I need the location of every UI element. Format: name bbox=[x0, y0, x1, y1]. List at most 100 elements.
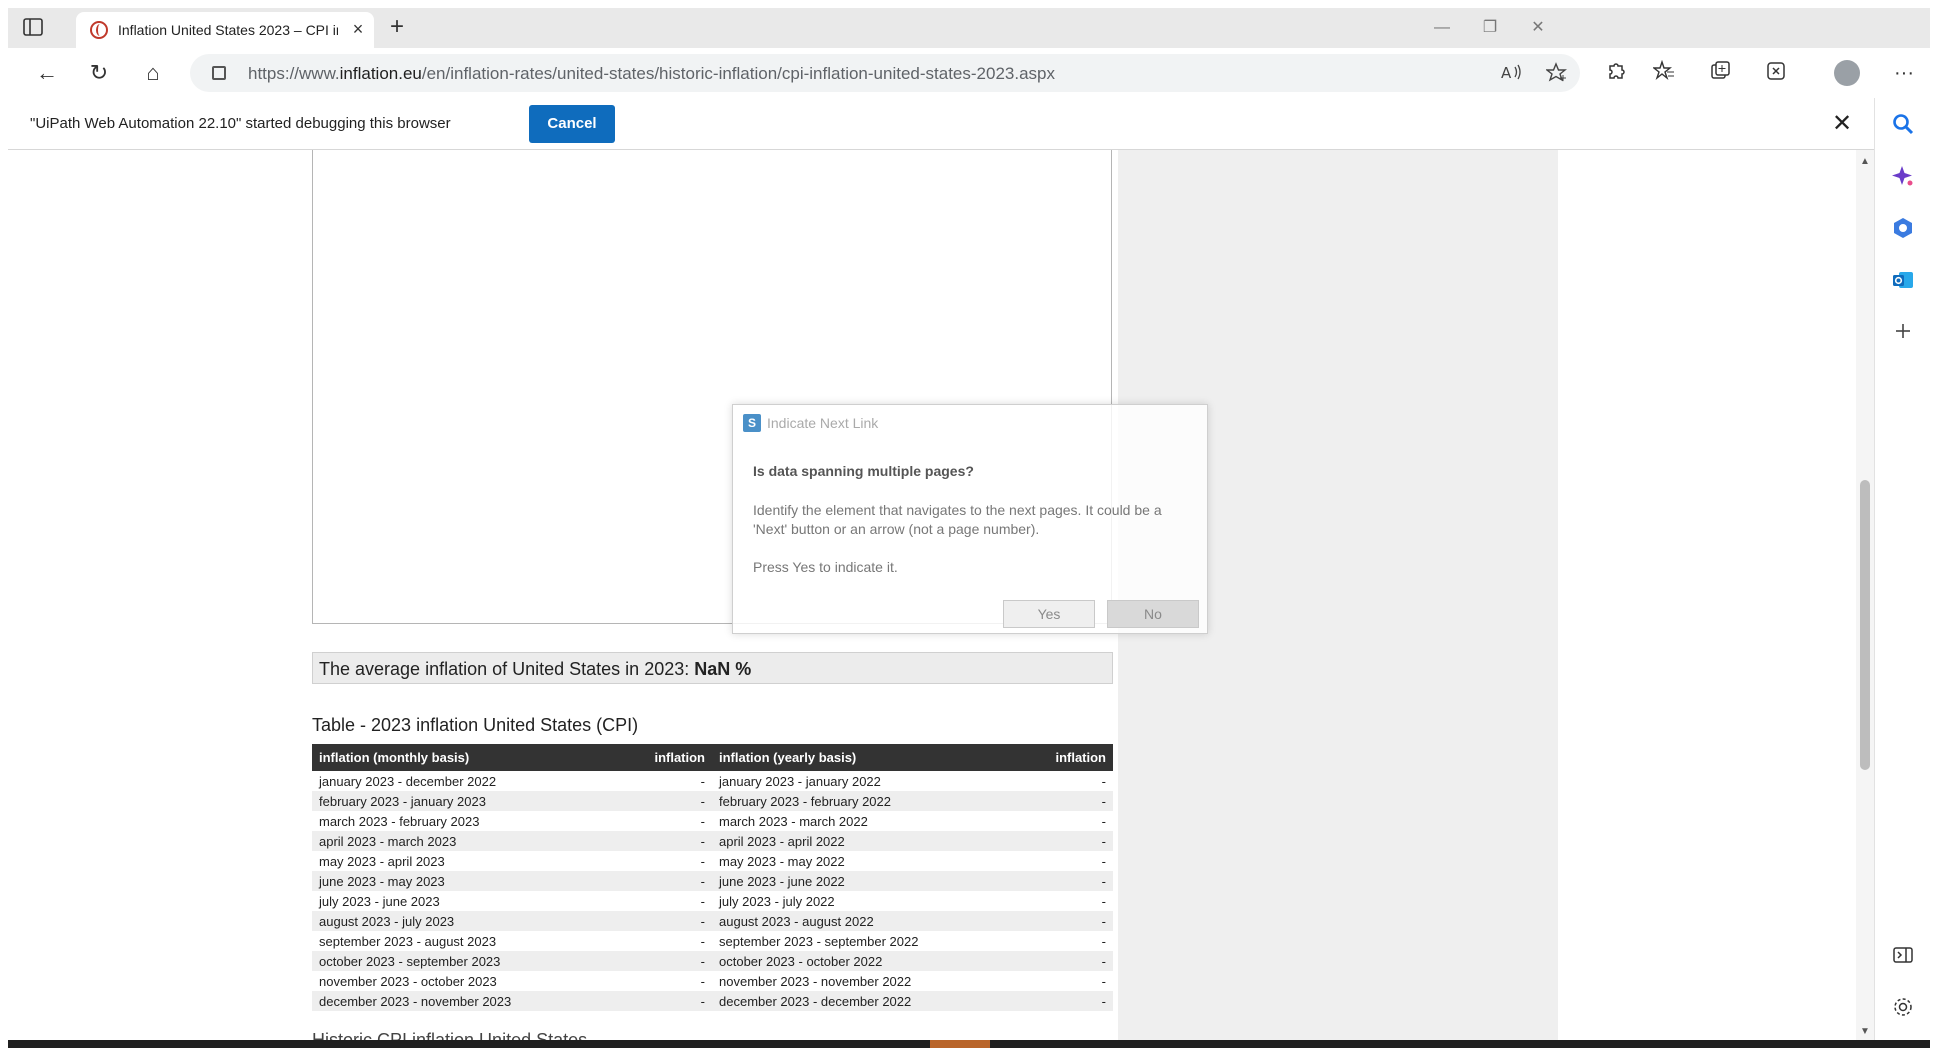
yearly-value-cell: - bbox=[1042, 911, 1113, 931]
table-row: november 2023 - october 2023- november 20… bbox=[312, 971, 1113, 991]
table-row: july 2023 - june 2023- july 2023 - july 2… bbox=[312, 891, 1113, 911]
close-window-button[interactable]: ✕ bbox=[1518, 14, 1558, 42]
uipath-icon: S bbox=[743, 414, 761, 432]
yearly-value-cell: - bbox=[1101, 893, 1106, 909]
monthly-value-cell: - bbox=[642, 911, 712, 931]
table-row: may 2023 - april 2023 - may 2023 - may 202… bbox=[312, 851, 1113, 871]
yearly-value-cell: - bbox=[1042, 951, 1113, 971]
taskbar bbox=[8, 1040, 1930, 1048]
copilot-icon[interactable] bbox=[1889, 164, 1917, 192]
yearly-value-cell: - bbox=[1042, 831, 1113, 851]
reload-button[interactable]: ↻ bbox=[82, 58, 116, 88]
table-header-row: inflation (monthly basis) inflation infl… bbox=[312, 744, 1113, 771]
monthly-period-cell: april 2023 - march 2023 bbox=[312, 831, 642, 851]
header-monthly-inflation: inflation bbox=[642, 744, 712, 771]
home-button[interactable]: ⌂ bbox=[136, 58, 170, 88]
edge-sidebar bbox=[1874, 98, 1930, 1043]
monthly-period-cell: may 2023 - april 2023 bbox=[319, 853, 445, 869]
address-bar-row: ← ↻ ⌂ https://www.inflation.eu/en/inflat… bbox=[8, 48, 1930, 98]
average-inflation-bar: The average inflation of United States i… bbox=[312, 652, 1113, 684]
profile-avatar[interactable] bbox=[1834, 60, 1860, 86]
monthly-value-cell: - bbox=[700, 973, 705, 989]
tab-actions-icon[interactable] bbox=[22, 17, 46, 39]
yearly-period-cell: august 2023 - august 2022 bbox=[712, 911, 1042, 931]
monthly-value-cell: - bbox=[700, 813, 705, 829]
tab-inflation[interactable]: Inflation United States 2023 – CPI infla… bbox=[76, 12, 374, 48]
monthly-value-cell: - bbox=[700, 853, 705, 869]
table-row: january 2023 - december 2022 - january 202… bbox=[312, 771, 1113, 791]
monthly-value-cell: - bbox=[700, 933, 705, 949]
monthly-period-cell: october 2023 - september 2023 bbox=[312, 951, 642, 971]
monthly-period-cell: january 2023 - december 2022 bbox=[319, 773, 497, 789]
monthly-period-cell: february 2023 - january 2023 bbox=[312, 791, 642, 811]
tab-strip: Inflation United States 2023 – CPI infla… bbox=[8, 8, 1930, 48]
yearly-value-cell: - bbox=[1042, 871, 1113, 891]
favorite-add-icon[interactable] bbox=[1544, 62, 1570, 84]
more-icon[interactable]: ··· bbox=[1890, 60, 1918, 86]
web-capture-icon[interactable] bbox=[1762, 60, 1790, 86]
url-text[interactable]: https://www.inflation.eu/en/inflation-ra… bbox=[248, 64, 1055, 84]
header-yearly-period: inflation (yearly basis) bbox=[712, 744, 1042, 771]
yearly-value-cell: - bbox=[1042, 991, 1113, 1011]
table-row: april 2023 - march 2023- april 2023 - apr… bbox=[312, 831, 1113, 851]
monthly-value-cell: - bbox=[642, 951, 712, 971]
monthly-value-cell: - bbox=[642, 791, 712, 811]
yearly-period-cell: may 2023 - may 2022 bbox=[719, 853, 845, 869]
table-title: Table - 2023 inflation United States (CP… bbox=[312, 715, 639, 735]
yearly-value-cell: - bbox=[1042, 791, 1113, 811]
scroll-thumb[interactable] bbox=[1860, 480, 1870, 770]
table-row: february 2023 - january 2023- february 20… bbox=[312, 791, 1113, 811]
search-icon[interactable] bbox=[1889, 112, 1917, 140]
monthly-value-cell: - bbox=[642, 831, 712, 851]
yearly-period-cell: february 2023 - february 2022 bbox=[712, 791, 1042, 811]
add-icon[interactable] bbox=[1889, 320, 1917, 348]
minimize-button[interactable]: — bbox=[1422, 14, 1462, 42]
scroll-up-arrow-icon[interactable]: ▲ bbox=[1859, 156, 1871, 168]
extensions-icon[interactable] bbox=[1602, 60, 1630, 86]
monthly-period-cell: august 2023 - july 2023 bbox=[312, 911, 642, 931]
back-button[interactable]: ← bbox=[30, 58, 64, 88]
inflation-eu-favicon-icon bbox=[90, 21, 108, 39]
monthly-value-cell: - bbox=[642, 991, 712, 1011]
yearly-value-cell: - bbox=[1101, 813, 1106, 829]
yearly-period-cell: july 2023 - july 2022 bbox=[719, 893, 835, 909]
table-row: june 2023 - may 2023 - june 2023 - june 20… bbox=[312, 871, 1113, 891]
office-icon[interactable] bbox=[1889, 216, 1917, 244]
new-tab-button[interactable]: + bbox=[382, 14, 412, 42]
debugging-infobar: "UiPath Web Automation 22.10" started de… bbox=[8, 98, 1874, 150]
header-yearly-inflation: inflation bbox=[1042, 744, 1113, 771]
page-scrollbar[interactable]: ▲ ▼ bbox=[1856, 150, 1874, 1043]
settings-icon[interactable] bbox=[1889, 996, 1917, 1024]
monthly-period-cell: june 2023 - may 2023 bbox=[312, 871, 642, 891]
monthly-period-cell: september 2023 - august 2023 bbox=[319, 933, 497, 949]
browser-window: Inflation United States 2023 – CPI infla… bbox=[0, 0, 1938, 1048]
cancel-debugging-button[interactable]: Cancel bbox=[529, 105, 615, 143]
favorites-icon[interactable] bbox=[1650, 59, 1678, 86]
no-button[interactable]: No bbox=[1107, 600, 1199, 628]
tab-close-icon[interactable]: × bbox=[348, 18, 368, 40]
outlook-icon[interactable] bbox=[1889, 268, 1917, 296]
yearly-period-cell: january 2023 - january 2022 bbox=[719, 773, 881, 789]
monthly-period-cell: december 2023 - november 2023 bbox=[312, 991, 642, 1011]
yes-button[interactable]: Yes bbox=[1003, 600, 1095, 628]
address-bar[interactable]: https://www.inflation.eu/en/inflation-ra… bbox=[190, 54, 1580, 92]
table-row: march 2023 - february 2023- march 2023 - … bbox=[312, 811, 1113, 831]
yearly-value-cell: - bbox=[1101, 933, 1106, 949]
monthly-value-cell: - bbox=[700, 773, 705, 789]
dialog-body: Identify the element that navigates to t… bbox=[753, 502, 1162, 537]
restore-button[interactable]: ❐ bbox=[1470, 14, 1510, 42]
monthly-period-cell: march 2023 - february 2023 bbox=[319, 813, 480, 829]
header-monthly-period: inflation (monthly basis) bbox=[312, 744, 642, 771]
scroll-down-arrow-icon[interactable]: ▼ bbox=[1859, 1026, 1871, 1038]
close-infobar-icon[interactable]: ✕ bbox=[1828, 110, 1856, 138]
dialog-title: Indicate Next Link bbox=[767, 415, 879, 431]
sidebar-toggle-icon[interactable] bbox=[1889, 944, 1917, 972]
taskbar-active-app[interactable] bbox=[930, 1040, 990, 1048]
yearly-period-cell: april 2023 - april 2022 bbox=[712, 831, 1042, 851]
yearly-period-cell: june 2023 - june 2022 bbox=[712, 871, 1042, 891]
collections-icon[interactable] bbox=[1706, 60, 1734, 86]
read-aloud-icon[interactable]: A bbox=[1498, 62, 1524, 84]
lock-icon[interactable] bbox=[212, 66, 226, 80]
yearly-period-cell: december 2023 - december 2022 bbox=[712, 991, 1042, 1011]
table-row: september 2023 - august 2023- september 2… bbox=[312, 931, 1113, 951]
